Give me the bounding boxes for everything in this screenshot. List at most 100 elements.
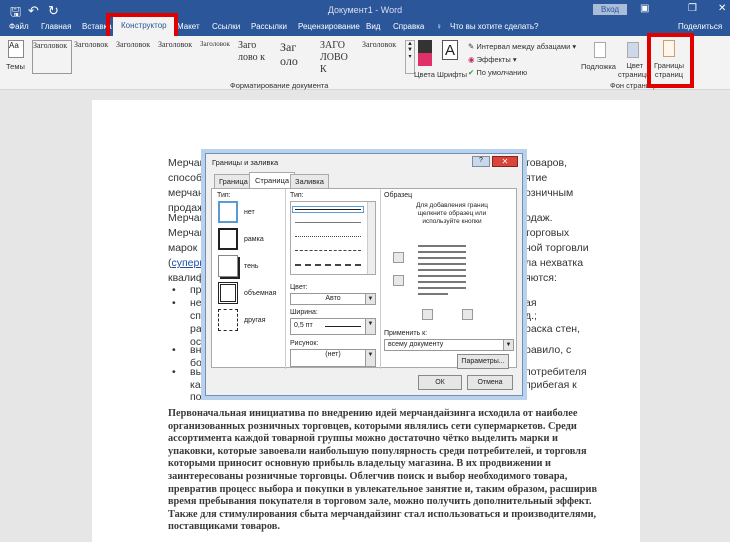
share-button[interactable]: Поделиться xyxy=(678,22,722,31)
tab-shading[interactable]: Заливка xyxy=(290,174,329,188)
chevron-down-icon: ▼ xyxy=(503,340,513,350)
color-label: Цвет: xyxy=(290,284,308,291)
tab-help[interactable]: Справка xyxy=(393,22,424,31)
themes-button[interactable]: Темы xyxy=(6,62,25,71)
paragraph-line: ассортимента каждой товарной группы можн… xyxy=(168,433,558,445)
document-text-fragment: яются: xyxy=(525,272,557,284)
document-text-fragment: мерчанд xyxy=(168,187,210,199)
highlight-page-borders xyxy=(647,33,694,88)
tab-page-border[interactable]: Страница xyxy=(249,172,295,188)
line-style-scrollbar[interactable] xyxy=(367,202,375,274)
dialog-close-icon[interactable]: ✕ xyxy=(492,156,518,167)
document-text-fragment: ятие xyxy=(525,172,548,184)
tab-borders[interactable]: Граница xyxy=(214,174,253,188)
tell-me-icon: ♀ xyxy=(436,22,442,31)
border-preview[interactable] xyxy=(412,241,472,311)
art-select[interactable]: (нет) ▼ xyxy=(290,349,376,367)
bullet-icon: • xyxy=(172,297,176,309)
set-default-button[interactable]: ✔ По умолчанию xyxy=(468,68,527,77)
document-text-fragment: д.; xyxy=(525,310,537,322)
style-gallery-item[interactable]: ЗАГО ЛОВО К xyxy=(320,40,354,74)
effects-icon: ◉ xyxy=(468,55,475,64)
setting-box[interactable]: рамка xyxy=(244,236,264,243)
bullet-icon: • xyxy=(172,366,176,378)
setting-shadow[interactable]: тень xyxy=(244,263,259,270)
style-gallery-item[interactable]: Заголовок xyxy=(74,40,114,74)
document-text-fragment: ая xyxy=(525,297,537,309)
tab-view[interactable]: Вид xyxy=(366,22,380,31)
paragraph-line: упаковки, которые завоевали наибольшую п… xyxy=(168,445,587,457)
setting-shadow-icon[interactable] xyxy=(218,255,238,277)
color-select[interactable]: Авто ▼ xyxy=(290,293,376,305)
chevron-down-icon: ▼ xyxy=(365,294,375,304)
style-gallery-item[interactable]: Заг оло xyxy=(280,40,310,74)
apply-to-label: Применить к: xyxy=(384,330,428,337)
preview-hint: Для добавления границ щелкните образец и… xyxy=(416,202,488,225)
effects-button[interactable]: ◉ Эффекты ▾ xyxy=(468,55,517,64)
style-label: Тип: xyxy=(290,192,304,199)
style-gallery-item[interactable]: Заго лово к xyxy=(238,40,270,74)
setting-box-icon[interactable] xyxy=(218,228,238,250)
apply-to-select[interactable]: всему документу ▼ xyxy=(384,339,514,351)
tab-references[interactable]: Ссылки xyxy=(212,22,240,31)
page-color-label-1: Цвет xyxy=(626,61,644,70)
cancel-button[interactable]: Отмена xyxy=(467,375,513,390)
dialog-title: Границы и заливка xyxy=(212,158,279,167)
width-value: 0,5 пт xyxy=(294,322,313,329)
apply-to-value: всему документу xyxy=(388,341,444,348)
bullet-icon: • xyxy=(172,284,176,296)
tab-mailings[interactable]: Рассылки xyxy=(251,22,287,31)
ok-button[interactable]: ОК xyxy=(418,375,462,390)
close-icon[interactable]: ✕ xyxy=(718,3,726,14)
color-value: Авто xyxy=(325,295,341,302)
bottom-border-button[interactable] xyxy=(393,275,404,286)
setting-custom-icon[interactable] xyxy=(218,309,238,331)
borders-shading-dialog: Границы и заливка ? ✕ Граница Страница З… xyxy=(205,153,523,396)
document-text-fragment: способы xyxy=(168,172,210,184)
page-border-panel: Тип: нет рамка тень объемная другая Тип:… xyxy=(211,188,517,369)
tab-review[interactable]: Рецензирование xyxy=(298,22,360,31)
right-border-button[interactable] xyxy=(462,309,473,320)
setting-custom[interactable]: другая xyxy=(244,317,265,324)
tab-home[interactable]: Главная xyxy=(41,22,71,31)
restore-icon[interactable]: ❐ xyxy=(688,3,697,14)
preview-label: Образец xyxy=(384,192,413,199)
width-select[interactable]: 0,5 пт ▼ xyxy=(290,318,376,335)
setting-none-icon[interactable] xyxy=(218,201,238,223)
document-text-fragment: озничным xyxy=(525,187,574,199)
tab-layout[interactable]: Макет xyxy=(177,22,200,31)
help-icon[interactable]: ? xyxy=(472,156,490,167)
tab-file[interactable]: Файл xyxy=(9,22,29,31)
options-button[interactable]: Параметры... xyxy=(457,354,509,369)
paragraph-spacing-button[interactable]: ✎ Интервал между абзацами ▾ xyxy=(468,42,576,51)
fonts-button[interactable]: Шрифты xyxy=(437,70,467,79)
gallery-scroll[interactable]: ▲ ▼ ▾ xyxy=(405,40,415,74)
style-gallery-item[interactable]: Заголовок xyxy=(362,40,402,74)
style-gallery-item[interactable]: Заголовок xyxy=(158,40,198,74)
tell-me-input[interactable]: Что вы хотите сделать? xyxy=(450,22,538,31)
art-label: Рисунок: xyxy=(290,340,319,347)
style-gallery-item[interactable]: Заголовок xyxy=(32,40,72,74)
paragraph-spacing-label: Интервал между абзацами xyxy=(476,42,571,51)
colors-icon xyxy=(418,40,432,66)
style-gallery-item[interactable]: Заголовок xyxy=(200,40,240,74)
watermark-icon xyxy=(594,42,606,58)
watermark-button[interactable]: Подложка xyxy=(581,62,616,71)
setting-3d-icon[interactable] xyxy=(218,282,238,304)
document-text-fragment: ной торговли xyxy=(525,242,589,254)
fonts-icon: A xyxy=(442,40,458,60)
width-label: Ширина: xyxy=(290,309,318,316)
bullet-icon: • xyxy=(172,344,176,356)
document-text-fragment: одаж. xyxy=(525,212,553,224)
document-text-fragment: товаров, xyxy=(525,157,568,169)
setting-none[interactable]: нет xyxy=(244,209,255,216)
line-style-list[interactable] xyxy=(290,201,376,275)
left-border-button[interactable] xyxy=(422,309,433,320)
setting-3d[interactable]: объемная xyxy=(244,290,276,297)
colors-button[interactable]: Цвета xyxy=(414,70,435,79)
top-border-button[interactable] xyxy=(393,252,404,263)
signin-button[interactable]: Вход xyxy=(593,4,628,15)
themes-icon: Aa xyxy=(8,40,24,58)
style-gallery-item[interactable]: Заголовок xyxy=(116,40,156,74)
ribbon-display-icon[interactable]: ▣ xyxy=(640,3,649,14)
